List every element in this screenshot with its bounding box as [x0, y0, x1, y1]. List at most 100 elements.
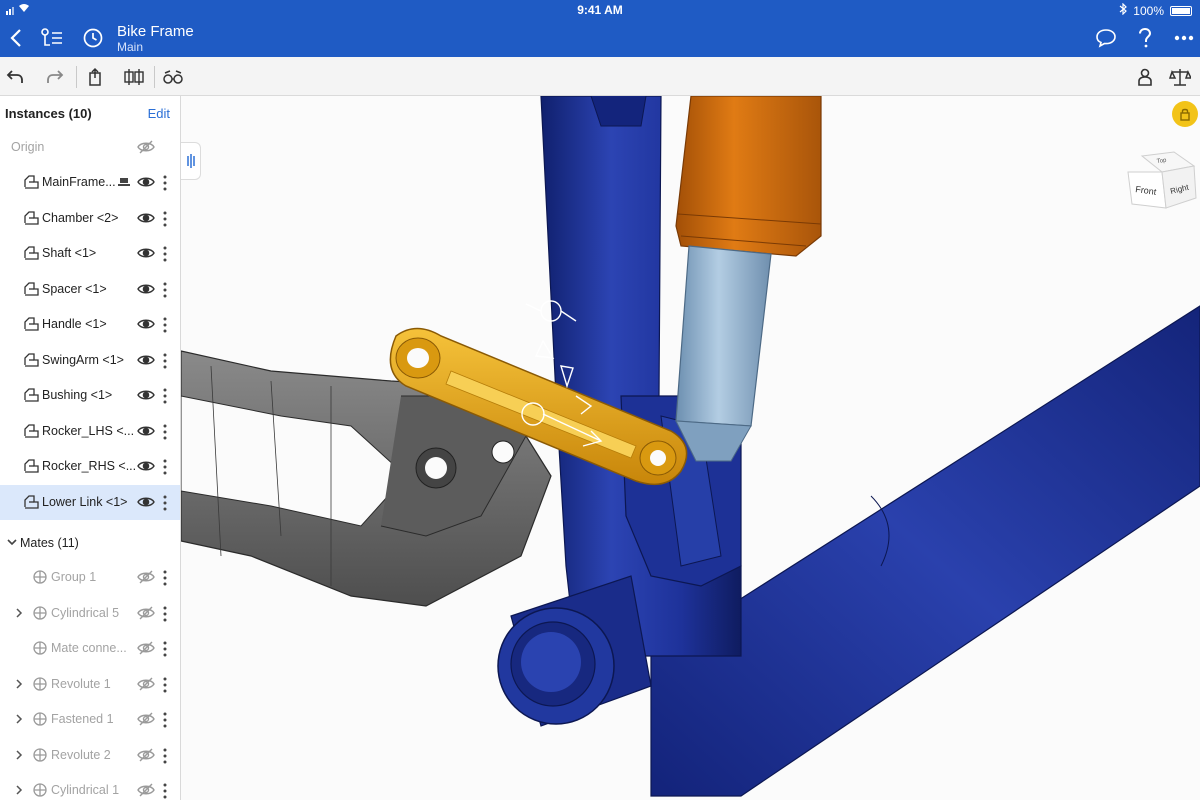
instance-row[interactable]: Shaft <1>	[0, 236, 180, 271]
redo-icon[interactable]	[42, 64, 68, 90]
instance-row[interactable]: Lower Link <1>	[0, 484, 180, 520]
help-icon[interactable]	[1131, 24, 1159, 52]
visibility-eye-icon[interactable]	[137, 352, 155, 368]
hidden-eye-icon[interactable]	[137, 676, 155, 692]
shock-chamber[interactable]	[675, 96, 822, 257]
origin-row[interactable]: Origin	[0, 130, 180, 165]
mate-label: Group 1	[51, 570, 97, 584]
row-menu-icon[interactable]	[161, 210, 169, 228]
row-menu-icon[interactable]	[161, 352, 169, 370]
mate-row[interactable]: Cylindrical 1	[0, 773, 180, 800]
instance-row[interactable]: SwingArm <1>	[0, 343, 180, 378]
hidden-eye-icon[interactable]	[137, 747, 155, 763]
row-menu-icon[interactable]	[161, 245, 169, 263]
mate-label: Mate conne...	[51, 641, 127, 655]
visibility-eye-icon[interactable]	[137, 245, 155, 261]
insert-part-icon[interactable]	[82, 64, 108, 90]
row-menu-icon[interactable]	[161, 747, 169, 765]
lock-icon[interactable]	[1172, 101, 1198, 127]
mate-row[interactable]: Group 1	[0, 560, 180, 595]
hidden-eye-icon[interactable]	[137, 605, 155, 621]
undo-icon[interactable]	[2, 64, 28, 90]
row-menu-icon[interactable]	[161, 569, 169, 587]
row-menu-icon[interactable]	[161, 423, 169, 441]
row-menu-icon[interactable]	[161, 605, 169, 623]
mates-header[interactable]: Mates (11)	[0, 526, 180, 560]
row-menu-icon[interactable]	[161, 174, 169, 192]
shock-shaft[interactable]	[675, 245, 772, 462]
instance-row[interactable]: Spacer <1>	[0, 272, 180, 307]
instance-row[interactable]: Handle <1>	[0, 307, 180, 342]
instance-row[interactable]: Rocker_LHS <...	[0, 414, 180, 449]
instance-label: SwingArm <1>	[42, 352, 124, 367]
row-menu-icon[interactable]	[161, 458, 169, 476]
mate-row[interactable]: Mate conne...	[0, 631, 180, 666]
row-menu-icon[interactable]	[161, 281, 169, 299]
visibility-eye-icon[interactable]	[137, 210, 155, 226]
hidden-eye-icon[interactable]	[137, 640, 155, 656]
mate-row[interactable]: Fastened 1	[0, 702, 180, 737]
document-title: Bike Frame	[117, 23, 194, 40]
mate-label: Revolute 2	[51, 747, 111, 762]
chevron-down-icon[interactable]	[7, 537, 17, 549]
hidden-eye-icon[interactable]	[137, 139, 155, 155]
status-time: 9:41 AM	[577, 3, 623, 17]
mate-row[interactable]: Revolute 1	[0, 667, 180, 702]
comments-icon[interactable]	[1092, 24, 1120, 52]
row-menu-icon[interactable]	[161, 711, 169, 729]
row-menu-icon[interactable]	[161, 387, 169, 405]
row-menu-icon[interactable]	[161, 494, 169, 512]
part-icon	[22, 173, 40, 191]
hidden-eye-icon[interactable]	[137, 782, 155, 798]
hidden-eye-icon[interactable]	[137, 711, 155, 727]
3d-viewport[interactable]	[181, 96, 1200, 800]
visibility-eye-icon[interactable]	[137, 281, 155, 297]
fastened-mate-icon	[31, 710, 49, 728]
visibility-eye-icon[interactable]	[137, 494, 155, 510]
part-icon	[22, 280, 40, 298]
chevron-right-icon[interactable]	[15, 678, 25, 692]
mate-row[interactable]: Revolute 2	[0, 738, 180, 773]
explode-view-icon[interactable]	[160, 64, 186, 90]
part-icon	[22, 493, 40, 511]
panel-collapse-handle[interactable]	[181, 142, 201, 180]
instance-row[interactable]: Rocker_RHS <...	[0, 449, 180, 484]
measure-scale-icon[interactable]	[1167, 64, 1193, 90]
visibility-eye-icon[interactable]	[137, 423, 155, 439]
chevron-right-icon[interactable]	[15, 749, 25, 763]
instance-row[interactable]: Chamber <2>	[0, 201, 180, 236]
row-menu-icon[interactable]	[161, 640, 169, 658]
row-menu-icon[interactable]	[161, 316, 169, 334]
instances-header: Instances (10) Edit	[0, 96, 180, 130]
instances-title: Instances (10)	[5, 106, 92, 121]
more-options-icon[interactable]	[1170, 24, 1198, 52]
fixed-icon	[117, 175, 131, 189]
mate-connector-tool-icon[interactable]	[121, 64, 147, 90]
hidden-eye-icon[interactable]	[137, 569, 155, 585]
chevron-right-icon[interactable]	[15, 713, 25, 727]
part-icon	[22, 244, 40, 262]
visibility-eye-icon[interactable]	[137, 458, 155, 474]
person-icon[interactable]	[1132, 64, 1158, 90]
chevron-right-icon[interactable]	[15, 784, 25, 798]
edit-button[interactable]: Edit	[148, 106, 170, 121]
row-menu-icon[interactable]	[161, 676, 169, 694]
instance-label: Spacer <1>	[42, 281, 107, 296]
feature-tree-icon[interactable]	[38, 24, 66, 52]
view-cube[interactable]: Front Right Top	[1122, 150, 1200, 216]
instance-row[interactable]: Bushing <1>	[0, 378, 180, 413]
row-menu-icon[interactable]	[161, 782, 169, 800]
visibility-eye-icon[interactable]	[137, 174, 155, 190]
instance-row[interactable]: MainFrame...	[0, 165, 180, 200]
mate-row[interactable]: Cylindrical 5	[0, 596, 180, 631]
document-branch[interactable]: Main	[117, 40, 143, 54]
history-icon[interactable]	[79, 24, 107, 52]
status-bar: 9:41 AM 100%	[0, 0, 1200, 20]
visibility-eye-icon[interactable]	[137, 387, 155, 403]
back-icon[interactable]	[2, 24, 30, 52]
chevron-right-icon[interactable]	[15, 607, 25, 621]
visibility-eye-icon[interactable]	[137, 316, 155, 332]
part-icon	[22, 315, 40, 333]
bottom-bracket[interactable]	[497, 575, 652, 727]
instance-label: Bushing <1>	[42, 388, 113, 402]
